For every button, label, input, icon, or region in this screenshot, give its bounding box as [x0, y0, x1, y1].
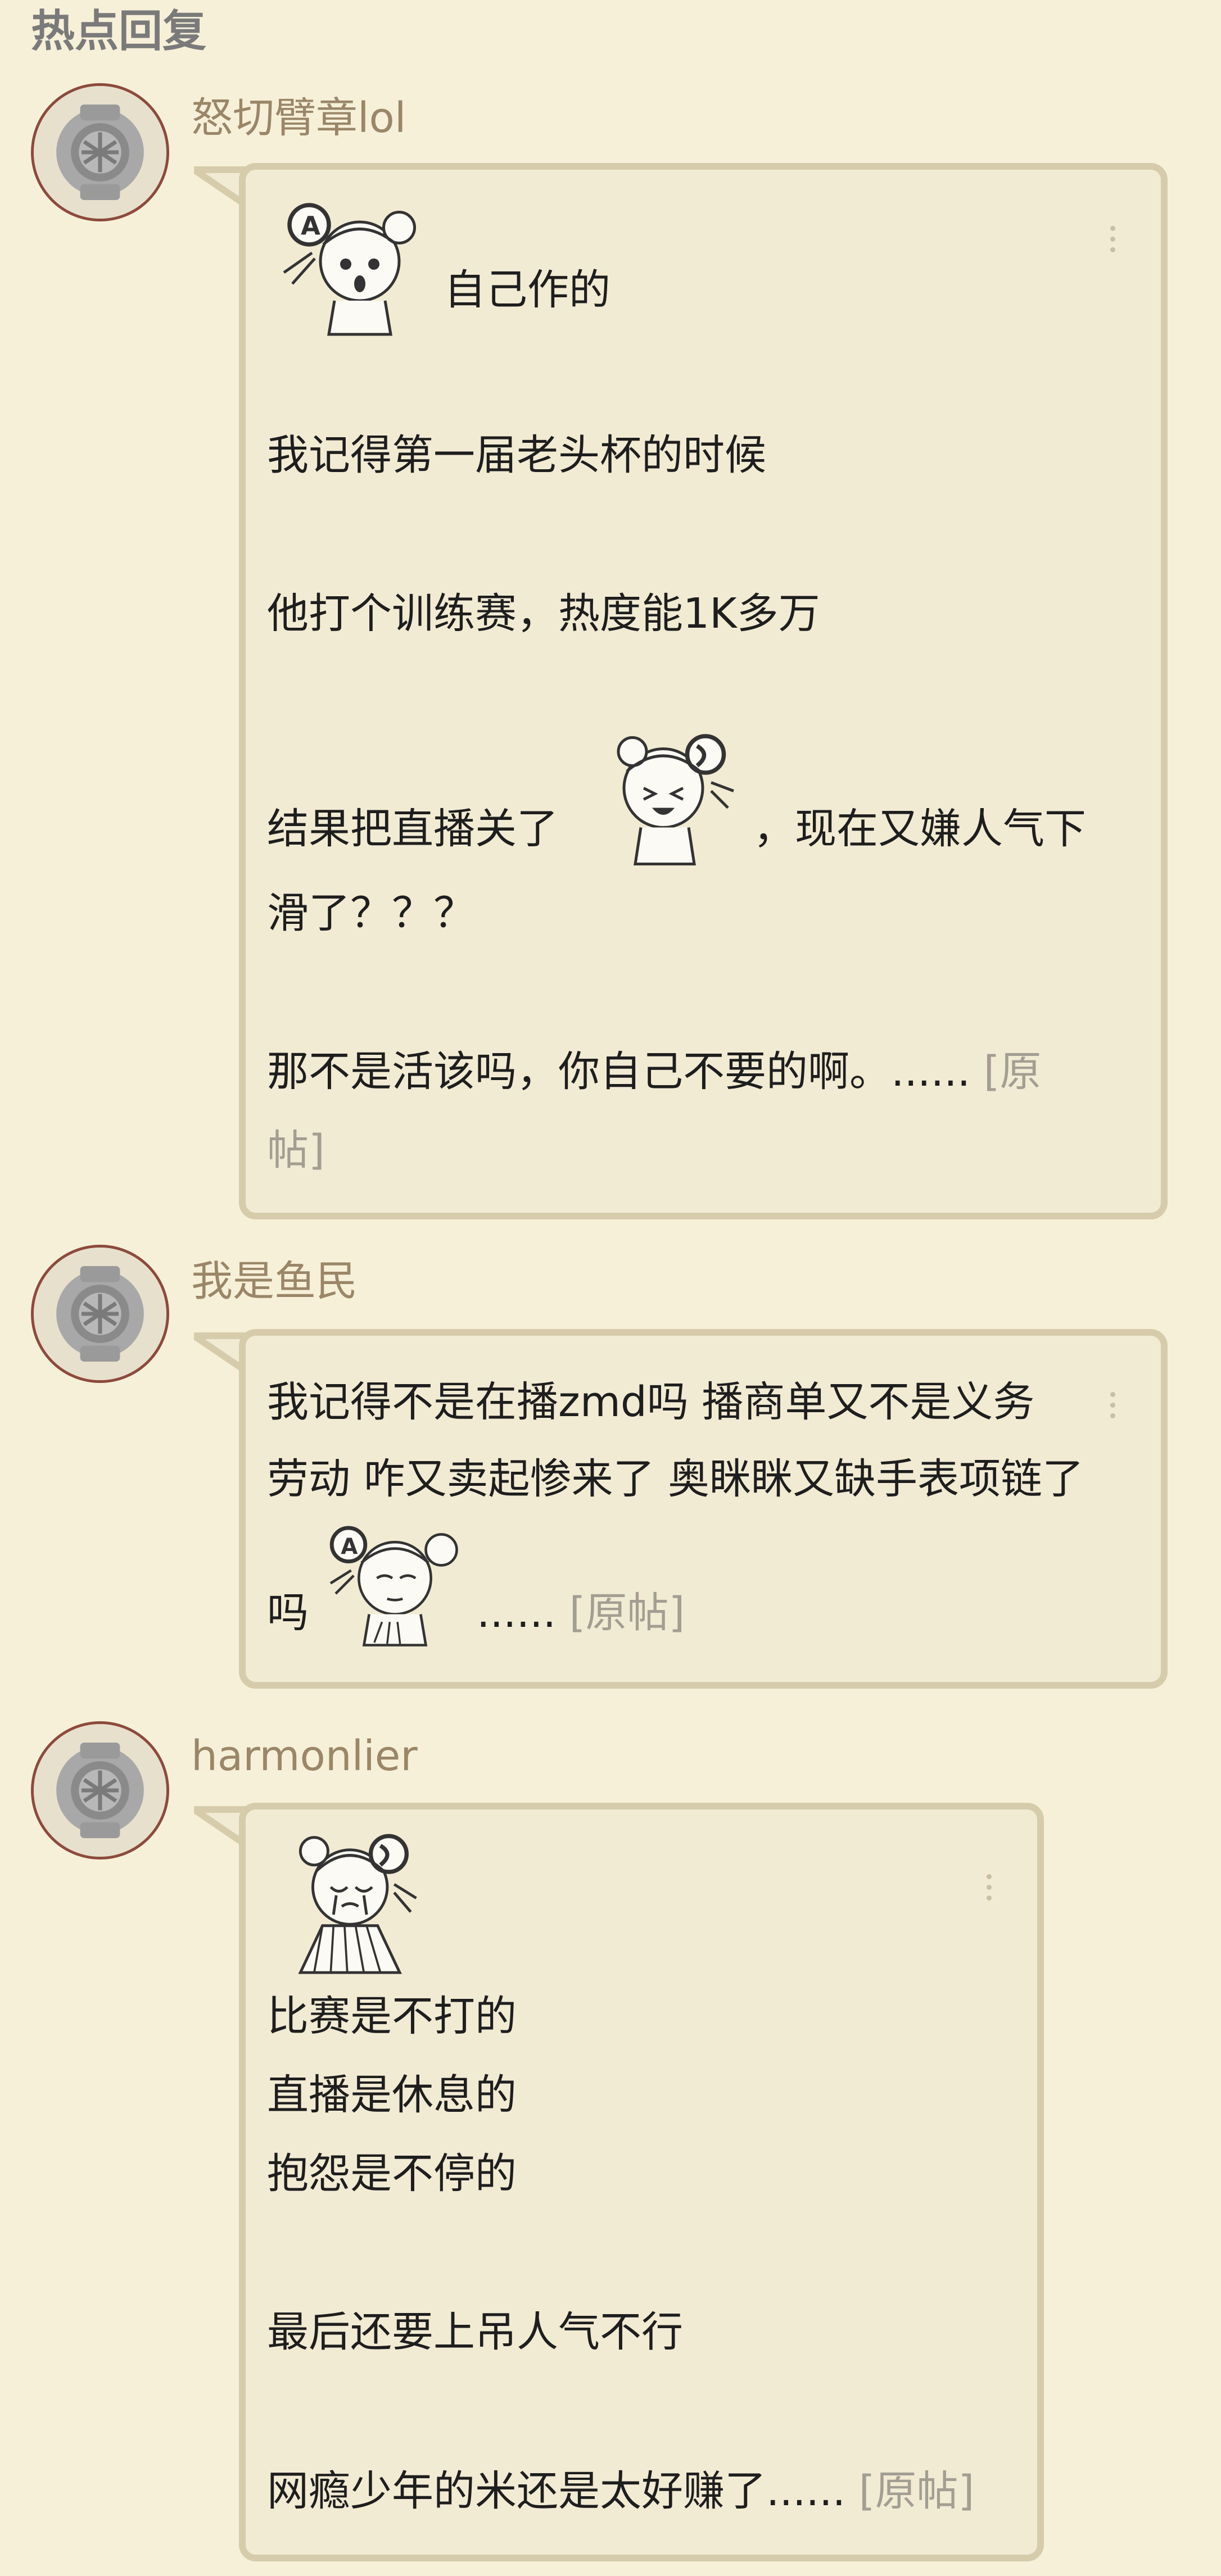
reply-text-line: 劳动 咋又卖起惨来了 奥眯眯又缺手表项链了 — [267, 1455, 1084, 1503]
reply-text-line: 吗 — [267, 1589, 309, 1637]
svg-text:A: A — [341, 1534, 358, 1559]
reply-text-line: 自己作的 — [444, 266, 610, 314]
hot-replies-title: 热点回复 — [31, 6, 207, 57]
more-options-icon[interactable] — [987, 1874, 992, 1901]
reply-text-line: 最后还要上吊人气不行 — [267, 2308, 683, 2356]
reply-text-line: ...... [原帖] — [477, 1585, 685, 1641]
reply-text: 那不是活该吗，你自己不要的啊。...... — [267, 1047, 971, 1096]
avatar[interactable] — [31, 1245, 169, 1383]
anime-girl-laughing-sticker — [617, 734, 734, 865]
reply-text-line: 抱怨是不停的 — [267, 2149, 517, 2198]
reply-text: ...... — [477, 1589, 557, 1637]
avatar[interactable] — [31, 83, 169, 221]
avatar[interactable] — [31, 1721, 169, 1860]
reply-text-line: 结果把直播关了 — [267, 805, 558, 853]
more-options-icon[interactable] — [1110, 1392, 1116, 1418]
reply-text-line: 直播是休息的 — [267, 2071, 517, 2119]
reply-text-line: 那不是活该吗，你自己不要的啊。...... [原 — [267, 1044, 1042, 1100]
original-post-link[interactable]: [原帖] — [859, 2467, 975, 2515]
anime-girl-surprised-sticker: A — [283, 203, 416, 336]
reply-text-line: 比赛是不打的 — [267, 1992, 517, 2040]
username[interactable]: harmonlier — [191, 1728, 418, 1784]
anime-girl-crying-sticker — [298, 1834, 417, 1974]
default-avatar-icon — [34, 86, 166, 219]
default-avatar-icon — [34, 1248, 166, 1380]
reply-text-line: 他打个训练赛，热度能1K多万 — [267, 589, 820, 638]
reply-text-line: ，现在又嫌人气下 — [753, 805, 1086, 853]
reply-text-line: 滑了？？？ — [267, 889, 475, 937]
username[interactable]: 我是鱼民 — [191, 1253, 358, 1309]
anime-girl-fan-sticker: A — [329, 1526, 458, 1647]
username[interactable]: 怒切臂章lol — [191, 90, 406, 146]
reply-text-line: 我记得第一届老头杯的时候 — [267, 431, 766, 479]
svg-text:A: A — [301, 211, 320, 241]
reply-text-line: 我记得不是在播zmd吗 播商单又不是义务 — [267, 1378, 1035, 1426]
default-avatar-icon — [34, 1724, 166, 1857]
original-post-link[interactable]: [原 — [984, 1047, 1042, 1096]
original-post-link[interactable]: [原帖] — [569, 1589, 685, 1637]
more-options-icon[interactable] — [1110, 226, 1116, 252]
original-post-link[interactable]: 帖] — [267, 1122, 325, 1178]
reply-text: 网瘾少年的米还是太好赚了...... — [267, 2467, 846, 2515]
reply-text-line: 网瘾少年的米还是太好赚了...... [原帖] — [267, 2463, 974, 2519]
